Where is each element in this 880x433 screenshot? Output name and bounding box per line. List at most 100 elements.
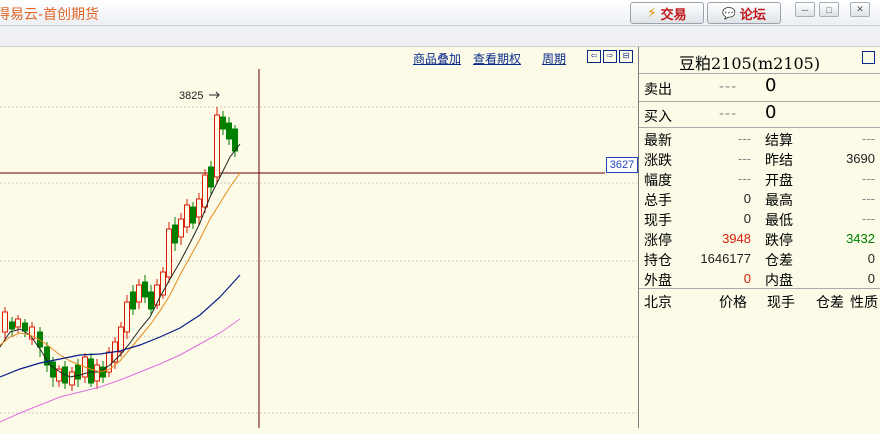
candle-body [142, 281, 148, 298]
layout-button[interactable]: ⊟ [619, 50, 633, 63]
stat-label: 结算 [765, 133, 793, 149]
stat-label: 内盘 [765, 273, 793, 289]
next-arrow-button[interactable]: ⇨ [603, 50, 617, 63]
stat-label: 持仓 [644, 253, 672, 269]
trade-button[interactable]: ⚡ 交易 [630, 2, 704, 24]
stat-value: 0 [743, 191, 751, 206]
stat-value: 3690 [846, 151, 875, 166]
stat-value: 1646177 [700, 251, 751, 266]
app-title: 得易云-首创期货 [0, 7, 100, 23]
candle-body [226, 122, 232, 140]
stat-label: 涨跌 [644, 153, 672, 169]
candle-body [22, 322, 28, 332]
candle-body [69, 371, 75, 386]
trades-header-nature: 性质 [850, 295, 878, 311]
buy-qty: 0 [765, 102, 777, 123]
candles [2, 107, 238, 391]
stat-value: 0 [867, 271, 875, 286]
candle-body [88, 358, 94, 384]
stat-value: 3948 [722, 231, 751, 246]
buy-price: --- [719, 106, 738, 122]
candle-body [75, 364, 81, 380]
stat-label: 最高 [765, 193, 793, 209]
contract-title-bar: 豆粕2105(m2105) [639, 47, 880, 74]
stat-label: 昨结 [765, 153, 793, 169]
ma-line-navy [0, 274, 241, 378]
stat-value: 0 [867, 251, 875, 266]
candle-body [178, 218, 184, 238]
candle-body [172, 224, 178, 244]
forum-button-label: 论坛 [739, 7, 766, 23]
cursor-price-tag: 3627 [606, 157, 638, 173]
stat-label: 外盘 [644, 273, 672, 289]
stat-label: 总手 [644, 193, 672, 209]
stat-value: 0 [743, 271, 751, 286]
candle-body [166, 228, 172, 278]
prev-arrow-button[interactable]: ⇦ [587, 50, 601, 63]
high-price-label: 3825 [179, 90, 203, 102]
stat-value: --- [862, 171, 875, 186]
trades-header-volume: 现手 [767, 295, 795, 311]
high-marker-arrow [209, 91, 220, 99]
candle-body [2, 311, 8, 333]
stat-value: 0 [743, 211, 751, 226]
minimize-button[interactable]: ─ [795, 2, 815, 17]
stat-label: 最新 [644, 133, 672, 149]
maximize-button[interactable]: □ [819, 2, 839, 17]
sell-row: 卖出 --- 0 [639, 75, 880, 101]
divider [639, 288, 880, 289]
trades-header-price: 价格 [719, 295, 747, 311]
stat-value: --- [738, 171, 751, 186]
sell-qty: 0 [765, 75, 777, 96]
candle-body [208, 166, 214, 188]
candle-body [9, 321, 15, 330]
forum-button[interactable]: 💬 论坛 [707, 2, 781, 24]
stat-value: --- [862, 211, 875, 226]
title-bar: 得易云-首创期货 ⚡ 交易 💬 论坛 ─ □ ✕ [0, 0, 880, 26]
candle-body [220, 116, 226, 130]
candle-body [136, 284, 142, 303]
maximize-icon: □ [826, 4, 832, 15]
candle-body [124, 301, 130, 333]
candle-body [15, 318, 21, 328]
overlay-commodity-link[interactable]: 商品叠加 [413, 50, 461, 67]
candle-body [184, 204, 190, 228]
trades-header-exchange: 北京 [644, 295, 672, 311]
sell-label: 卖出 [644, 82, 672, 98]
candle-body [94, 364, 100, 382]
stat-label: 现手 [644, 213, 672, 229]
buy-label: 买入 [644, 109, 672, 125]
stat-label: 仓差 [765, 253, 793, 269]
candle-body [118, 326, 124, 353]
candle-body [50, 361, 56, 378]
lightning-icon: ⚡ [647, 5, 657, 21]
period-link[interactable]: 周期 [542, 50, 566, 67]
view-options-link[interactable]: 查看期权 [473, 50, 521, 67]
close-icon: ✕ [856, 4, 864, 14]
candle-body [190, 206, 196, 224]
stat-label: 涨停 [644, 233, 672, 249]
buy-row: 买入 --- 0 [639, 102, 880, 128]
toolbar [0, 26, 880, 47]
minimize-icon: ─ [801, 4, 809, 15]
left-arrow-icon: ⇦ [590, 51, 598, 60]
stat-label: 跌停 [765, 233, 793, 249]
restore-icon[interactable] [862, 51, 875, 64]
quote-panel: 豆粕2105(m2105) 卖出 --- 0 买入 --- 0 最新 --- 结算 -… [638, 47, 880, 428]
kline-chart[interactable]: 3825 [0, 47, 637, 428]
candle-body [214, 114, 220, 178]
chat-bubble-icon: 💬 [722, 6, 736, 20]
candle-body [196, 198, 202, 218]
trade-button-label: 交易 [660, 7, 687, 23]
layout-icon: ⊟ [622, 51, 630, 60]
close-button[interactable]: ✕ [850, 2, 870, 17]
trades-header-oi-change: 仓差 [816, 295, 844, 311]
candle-body [202, 174, 208, 208]
stat-value: --- [738, 131, 751, 146]
kline-svg: 3825 [0, 69, 637, 428]
right-arrow-icon: ⇨ [606, 51, 614, 60]
stat-value: --- [862, 131, 875, 146]
stat-label: 幅度 [644, 173, 672, 189]
stat-value: --- [738, 151, 751, 166]
stat-label: 开盘 [765, 173, 793, 189]
